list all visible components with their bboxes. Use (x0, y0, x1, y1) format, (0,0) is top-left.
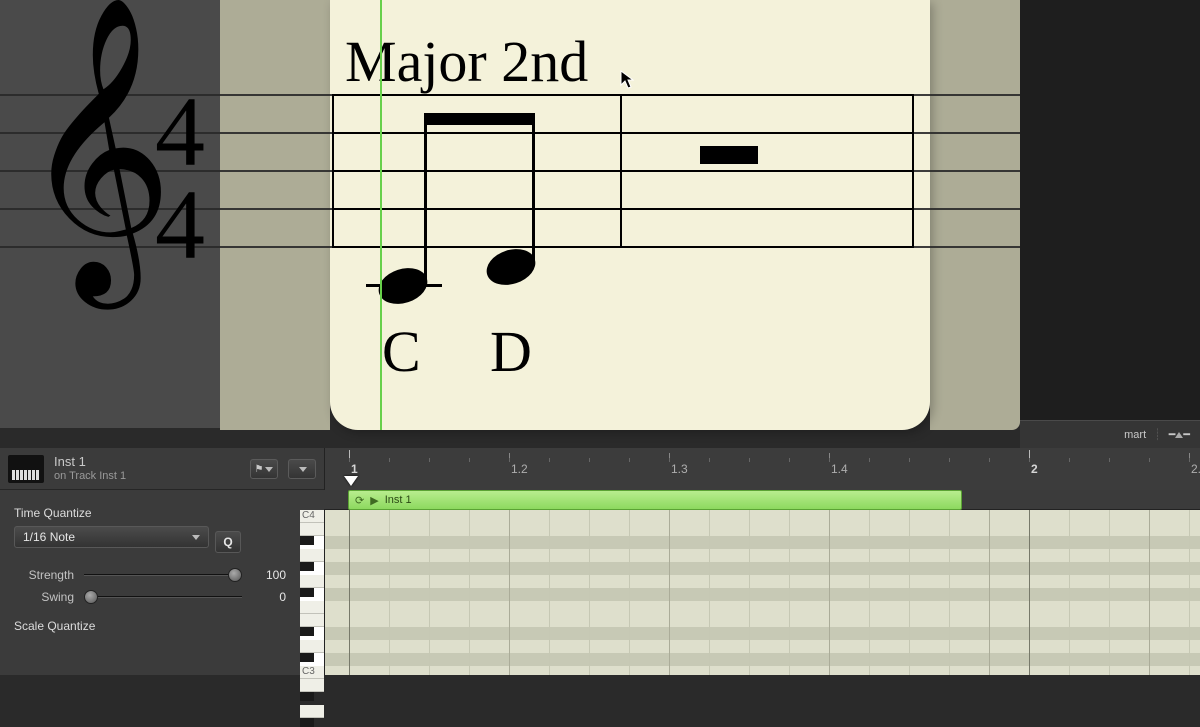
ruler-label: 1 (351, 462, 358, 476)
score-title[interactable]: Major 2nd (345, 28, 588, 95)
octave-label: C4 (302, 510, 315, 521)
separator: ┊ (1154, 428, 1161, 441)
strength-slider[interactable] (84, 567, 242, 583)
quantize-apply-button[interactable]: Q (215, 531, 241, 553)
black-key[interactable] (300, 588, 314, 597)
region-name: Inst 1 (385, 494, 412, 506)
score-page-margin-right (930, 0, 1020, 430)
instrument-subtitle: on Track Inst 1 (54, 470, 126, 483)
white-key[interactable] (300, 575, 324, 588)
swing-slider[interactable] (84, 589, 242, 605)
instrument-header: Inst 1 on Track Inst 1 ⚑ (0, 448, 324, 490)
ruler-label: 2 (1031, 462, 1038, 476)
region-loop-icon[interactable]: ⟳ (355, 494, 364, 507)
black-key[interactable] (300, 562, 314, 571)
white-key[interactable] (300, 640, 324, 653)
quantize-value-label: 1/16 Note (23, 530, 75, 544)
timeline-ruler[interactable]: 1 1.2 1.3 1.4 2 2.2 (324, 448, 1200, 490)
black-key[interactable] (300, 536, 314, 545)
region-lane: ⟳ ▶ Inst 1 (324, 490, 1200, 510)
ruler-playhead-icon[interactable] (344, 476, 358, 486)
ruler-label: 2.2 (1191, 462, 1200, 476)
midi-region[interactable]: ⟳ ▶ Inst 1 (348, 490, 962, 510)
view-menu-button[interactable] (288, 459, 316, 479)
instrument-icon[interactable] (8, 455, 44, 483)
white-key[interactable] (300, 601, 324, 614)
score-page-margin-left (220, 0, 330, 430)
time-quantize-heading: Time Quantize (14, 506, 286, 520)
swing-value: 0 (252, 590, 286, 604)
swing-label: Swing (14, 590, 74, 604)
score-editor-dark-right (1020, 0, 1200, 428)
white-key[interactable] (300, 549, 324, 562)
score-editor-dark-left (0, 0, 220, 428)
tool-menu-button[interactable]: ⚑ (250, 459, 278, 479)
region-play-icon[interactable]: ▶ (370, 494, 378, 507)
white-key[interactable] (300, 523, 324, 536)
piano-roll-grid[interactable] (324, 510, 1200, 675)
snap-mode-label[interactable]: mart (1124, 429, 1146, 441)
quantize-value-select[interactable]: 1/16 Note (14, 526, 209, 548)
scale-quantize-heading: Scale Quantize (14, 619, 286, 633)
black-key[interactable] (300, 653, 314, 662)
piano-keyboard[interactable]: C4 C3 (300, 510, 324, 675)
inspector-panel: Time Quantize 1/16 Note Q Strength 100 S… (0, 490, 300, 675)
black-key[interactable] (300, 627, 314, 636)
piano-roll-editor: Inst 1 on Track Inst 1 ⚑ 11.21.31.422.2 … (0, 448, 1200, 675)
zoom-slider-icon[interactable]: ━━ (1169, 428, 1190, 441)
editor-header: Inst 1 on Track Inst 1 ⚑ 1 1.2 1.3 1.4 2 2.2 (0, 448, 1200, 490)
chevron-down-icon (192, 535, 200, 540)
strength-value: 100 (252, 568, 286, 582)
toolbar-right: mart ┊ ━━ (1020, 420, 1200, 448)
white-key[interactable] (300, 614, 324, 627)
ruler-label: 1.4 (831, 462, 848, 476)
ruler-label: 1.2 (511, 462, 528, 476)
octave-label: C3 (302, 666, 315, 677)
strength-label: Strength (14, 568, 74, 582)
ruler-label: 1.3 (671, 462, 688, 476)
instrument-name: Inst 1 (54, 455, 126, 470)
